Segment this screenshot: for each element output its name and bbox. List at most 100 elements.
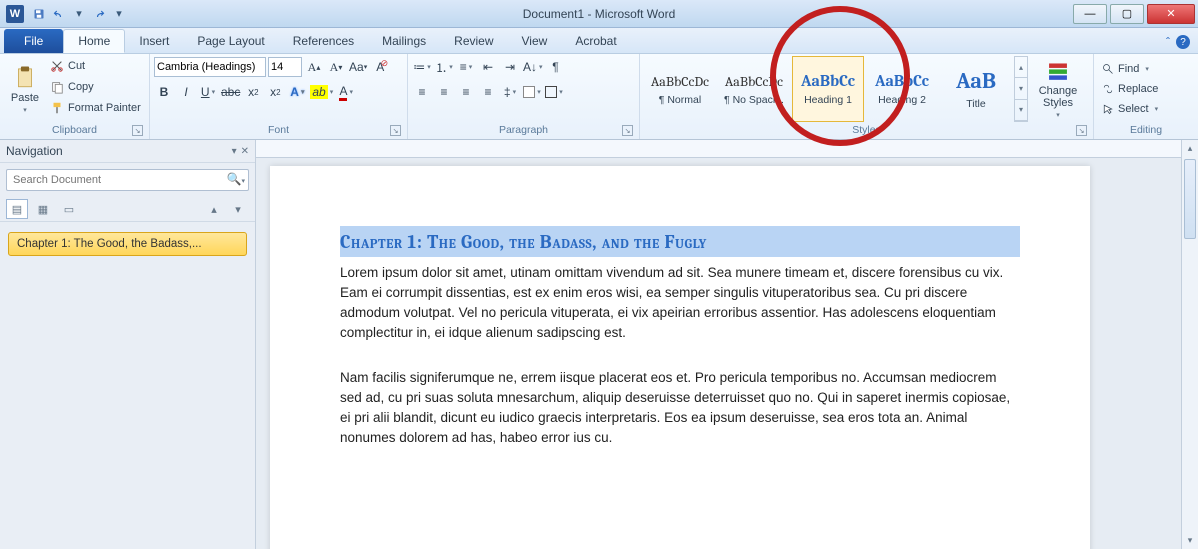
group-paragraph: ≔ ⒈ ≡ ⇤ ⇥ A↓ ¶ ≡ ≡ ≡ ≡ ‡ Paragraph↘ bbox=[408, 54, 640, 139]
file-tab[interactable]: File bbox=[4, 29, 63, 53]
group-editing: Find▾ Replace Select▾ Editing bbox=[1094, 54, 1198, 139]
help-icon[interactable]: ? bbox=[1176, 35, 1190, 49]
style-normal[interactable]: AaBbCcDc¶ Normal bbox=[644, 56, 716, 122]
customize-qat-icon[interactable]: ▾ bbox=[110, 5, 128, 23]
navpane-close-icon[interactable]: ✕ bbox=[241, 146, 249, 157]
tab-references[interactable]: References bbox=[279, 29, 368, 53]
highlight-button[interactable]: ab bbox=[309, 82, 334, 102]
styles-more[interactable]: ▾ bbox=[1015, 100, 1027, 121]
navigation-title: Navigation bbox=[6, 144, 63, 158]
tab-view[interactable]: View bbox=[508, 29, 562, 53]
vertical-scrollbar[interactable]: ▴ ▾ bbox=[1181, 140, 1198, 549]
sort-button[interactable]: A↓ bbox=[522, 57, 544, 77]
scroll-up-icon[interactable]: ▴ bbox=[1182, 140, 1198, 157]
ribbon: Paste ▾ Cut Copy Format Painter Clipboar… bbox=[0, 54, 1198, 140]
strikethrough-button[interactable]: abc bbox=[220, 82, 241, 102]
clear-formatting-button[interactable]: A⊘ bbox=[370, 57, 390, 77]
text-effects-button[interactable]: A bbox=[287, 82, 307, 102]
nav-item-chapter-1[interactable]: Chapter 1: The Good, the Badass,... bbox=[8, 232, 247, 256]
styles-scroll-up[interactable]: ▴ bbox=[1015, 57, 1027, 78]
title-bar: W ▾ ▾ Document1 - Microsoft Word — ▢ ✕ bbox=[0, 0, 1198, 28]
clipboard-dialog-launcher[interactable]: ↘ bbox=[132, 125, 143, 136]
change-case-button[interactable]: Aa▾ bbox=[348, 57, 368, 77]
workspace: Navigation ▾ ✕ 🔍▾ ▤ ▦ ▭ ▴ ▾ Chapter 1: T… bbox=[0, 140, 1198, 549]
replace-button[interactable]: Replace bbox=[1102, 80, 1190, 98]
close-button[interactable]: ✕ bbox=[1147, 4, 1195, 24]
tab-mailings[interactable]: Mailings bbox=[368, 29, 440, 53]
increase-indent-button[interactable]: ⇥ bbox=[500, 57, 520, 77]
subscript-button[interactable]: x2 bbox=[243, 82, 263, 102]
copy-button[interactable]: Copy bbox=[50, 77, 141, 97]
group-styles: AaBbCcDc¶ Normal AaBbCcDc¶ No Spaci... A… bbox=[640, 54, 1094, 139]
styles-dialog-launcher[interactable]: ↘ bbox=[1076, 125, 1087, 136]
undo-icon[interactable] bbox=[50, 5, 68, 23]
font-color-button[interactable]: A bbox=[336, 82, 356, 102]
tab-insert[interactable]: Insert bbox=[125, 29, 183, 53]
align-center-button[interactable]: ≡ bbox=[434, 82, 454, 102]
tab-home[interactable]: Home bbox=[63, 29, 125, 53]
minimize-button[interactable]: — bbox=[1073, 4, 1107, 24]
scroll-down-icon[interactable]: ▾ bbox=[1182, 532, 1198, 549]
group-clipboard: Paste ▾ Cut Copy Format Painter Clipboar… bbox=[0, 54, 150, 139]
nav-view-headings[interactable]: ▤ bbox=[6, 199, 28, 219]
nav-view-pages[interactable]: ▦ bbox=[32, 199, 54, 219]
styles-scroll-down[interactable]: ▾ bbox=[1015, 78, 1027, 99]
find-button[interactable]: Find▾ bbox=[1102, 60, 1190, 78]
style-title[interactable]: AaBTitle bbox=[940, 56, 1012, 122]
search-icon[interactable]: 🔍▾ bbox=[227, 172, 245, 186]
quick-access-toolbar: ▾ ▾ bbox=[30, 5, 128, 23]
bullets-button[interactable]: ≔ bbox=[412, 57, 432, 77]
search-document-input[interactable] bbox=[6, 169, 249, 191]
grow-font-button[interactable]: A▴ bbox=[304, 57, 324, 77]
borders-button[interactable] bbox=[544, 82, 564, 102]
navigation-pane: Navigation ▾ ✕ 🔍▾ ▤ ▦ ▭ ▴ ▾ Chapter 1: T… bbox=[0, 140, 256, 549]
bold-button[interactable]: B bbox=[154, 82, 174, 102]
show-hide-button[interactable]: ¶ bbox=[546, 57, 566, 77]
document-page[interactable]: Chapter 1: The Good, the Badass, and the… bbox=[270, 166, 1090, 549]
nav-prev-icon[interactable]: ▴ bbox=[203, 199, 225, 219]
select-button[interactable]: Select▾ bbox=[1102, 100, 1190, 118]
qat-dropdown-icon[interactable]: ▾ bbox=[70, 5, 88, 23]
redo-icon[interactable] bbox=[90, 5, 108, 23]
word-app-icon: W bbox=[6, 5, 24, 23]
font-dialog-launcher[interactable]: ↘ bbox=[390, 125, 401, 136]
maximize-button[interactable]: ▢ bbox=[1110, 4, 1144, 24]
paragraph-dialog-launcher[interactable]: ↘ bbox=[622, 125, 633, 136]
save-icon[interactable] bbox=[30, 5, 48, 23]
ribbon-tabstrip: File Home Insert Page Layout References … bbox=[0, 28, 1198, 54]
tab-review[interactable]: Review bbox=[440, 29, 507, 53]
font-name-combo[interactable] bbox=[154, 57, 266, 77]
body-paragraph-2[interactable]: Nam facilis signiferumque ne, errem iisq… bbox=[340, 368, 1020, 449]
tab-acrobat[interactable]: Acrobat bbox=[561, 29, 630, 53]
shrink-font-button[interactable]: A▾ bbox=[326, 57, 346, 77]
navpane-dropdown-icon[interactable]: ▾ bbox=[232, 146, 237, 157]
style-heading-2[interactable]: AaBbCcHeading 2 bbox=[866, 56, 938, 122]
line-spacing-button[interactable]: ‡ bbox=[500, 82, 520, 102]
cut-button[interactable]: Cut bbox=[50, 56, 141, 76]
paste-button[interactable]: Paste ▾ bbox=[4, 56, 46, 122]
change-styles-button[interactable]: Change Styles▾ bbox=[1030, 56, 1086, 122]
underline-button[interactable]: U bbox=[198, 82, 218, 102]
numbering-button[interactable]: ⒈ bbox=[434, 57, 454, 77]
document-area: Chapter 1: The Good, the Badass, and the… bbox=[256, 140, 1198, 549]
style-heading-1[interactable]: AaBbCcHeading 1 bbox=[792, 56, 864, 122]
body-paragraph-1[interactable]: Lorem ipsum dolor sit amet, utinam omitt… bbox=[340, 263, 1020, 344]
tab-page-layout[interactable]: Page Layout bbox=[183, 29, 278, 53]
nav-next-icon[interactable]: ▾ bbox=[227, 199, 249, 219]
align-left-button[interactable]: ≡ bbox=[412, 82, 432, 102]
font-size-combo[interactable] bbox=[268, 57, 302, 77]
justify-button[interactable]: ≡ bbox=[478, 82, 498, 102]
nav-view-results[interactable]: ▭ bbox=[58, 199, 80, 219]
minimize-ribbon-icon[interactable]: ˆ bbox=[1166, 35, 1170, 49]
style-no-spacing[interactable]: AaBbCcDc¶ No Spaci... bbox=[718, 56, 790, 122]
superscript-button[interactable]: x2 bbox=[265, 82, 285, 102]
align-right-button[interactable]: ≡ bbox=[456, 82, 476, 102]
shading-button[interactable] bbox=[522, 82, 542, 102]
decrease-indent-button[interactable]: ⇤ bbox=[478, 57, 498, 77]
italic-button[interactable]: I bbox=[176, 82, 196, 102]
multilevel-list-button[interactable]: ≡ bbox=[456, 57, 476, 77]
scrollbar-thumb[interactable] bbox=[1184, 159, 1196, 239]
horizontal-ruler[interactable] bbox=[256, 140, 1198, 158]
format-painter-button[interactable]: Format Painter bbox=[50, 98, 141, 118]
document-heading[interactable]: Chapter 1: The Good, the Badass, and the… bbox=[340, 228, 1020, 257]
